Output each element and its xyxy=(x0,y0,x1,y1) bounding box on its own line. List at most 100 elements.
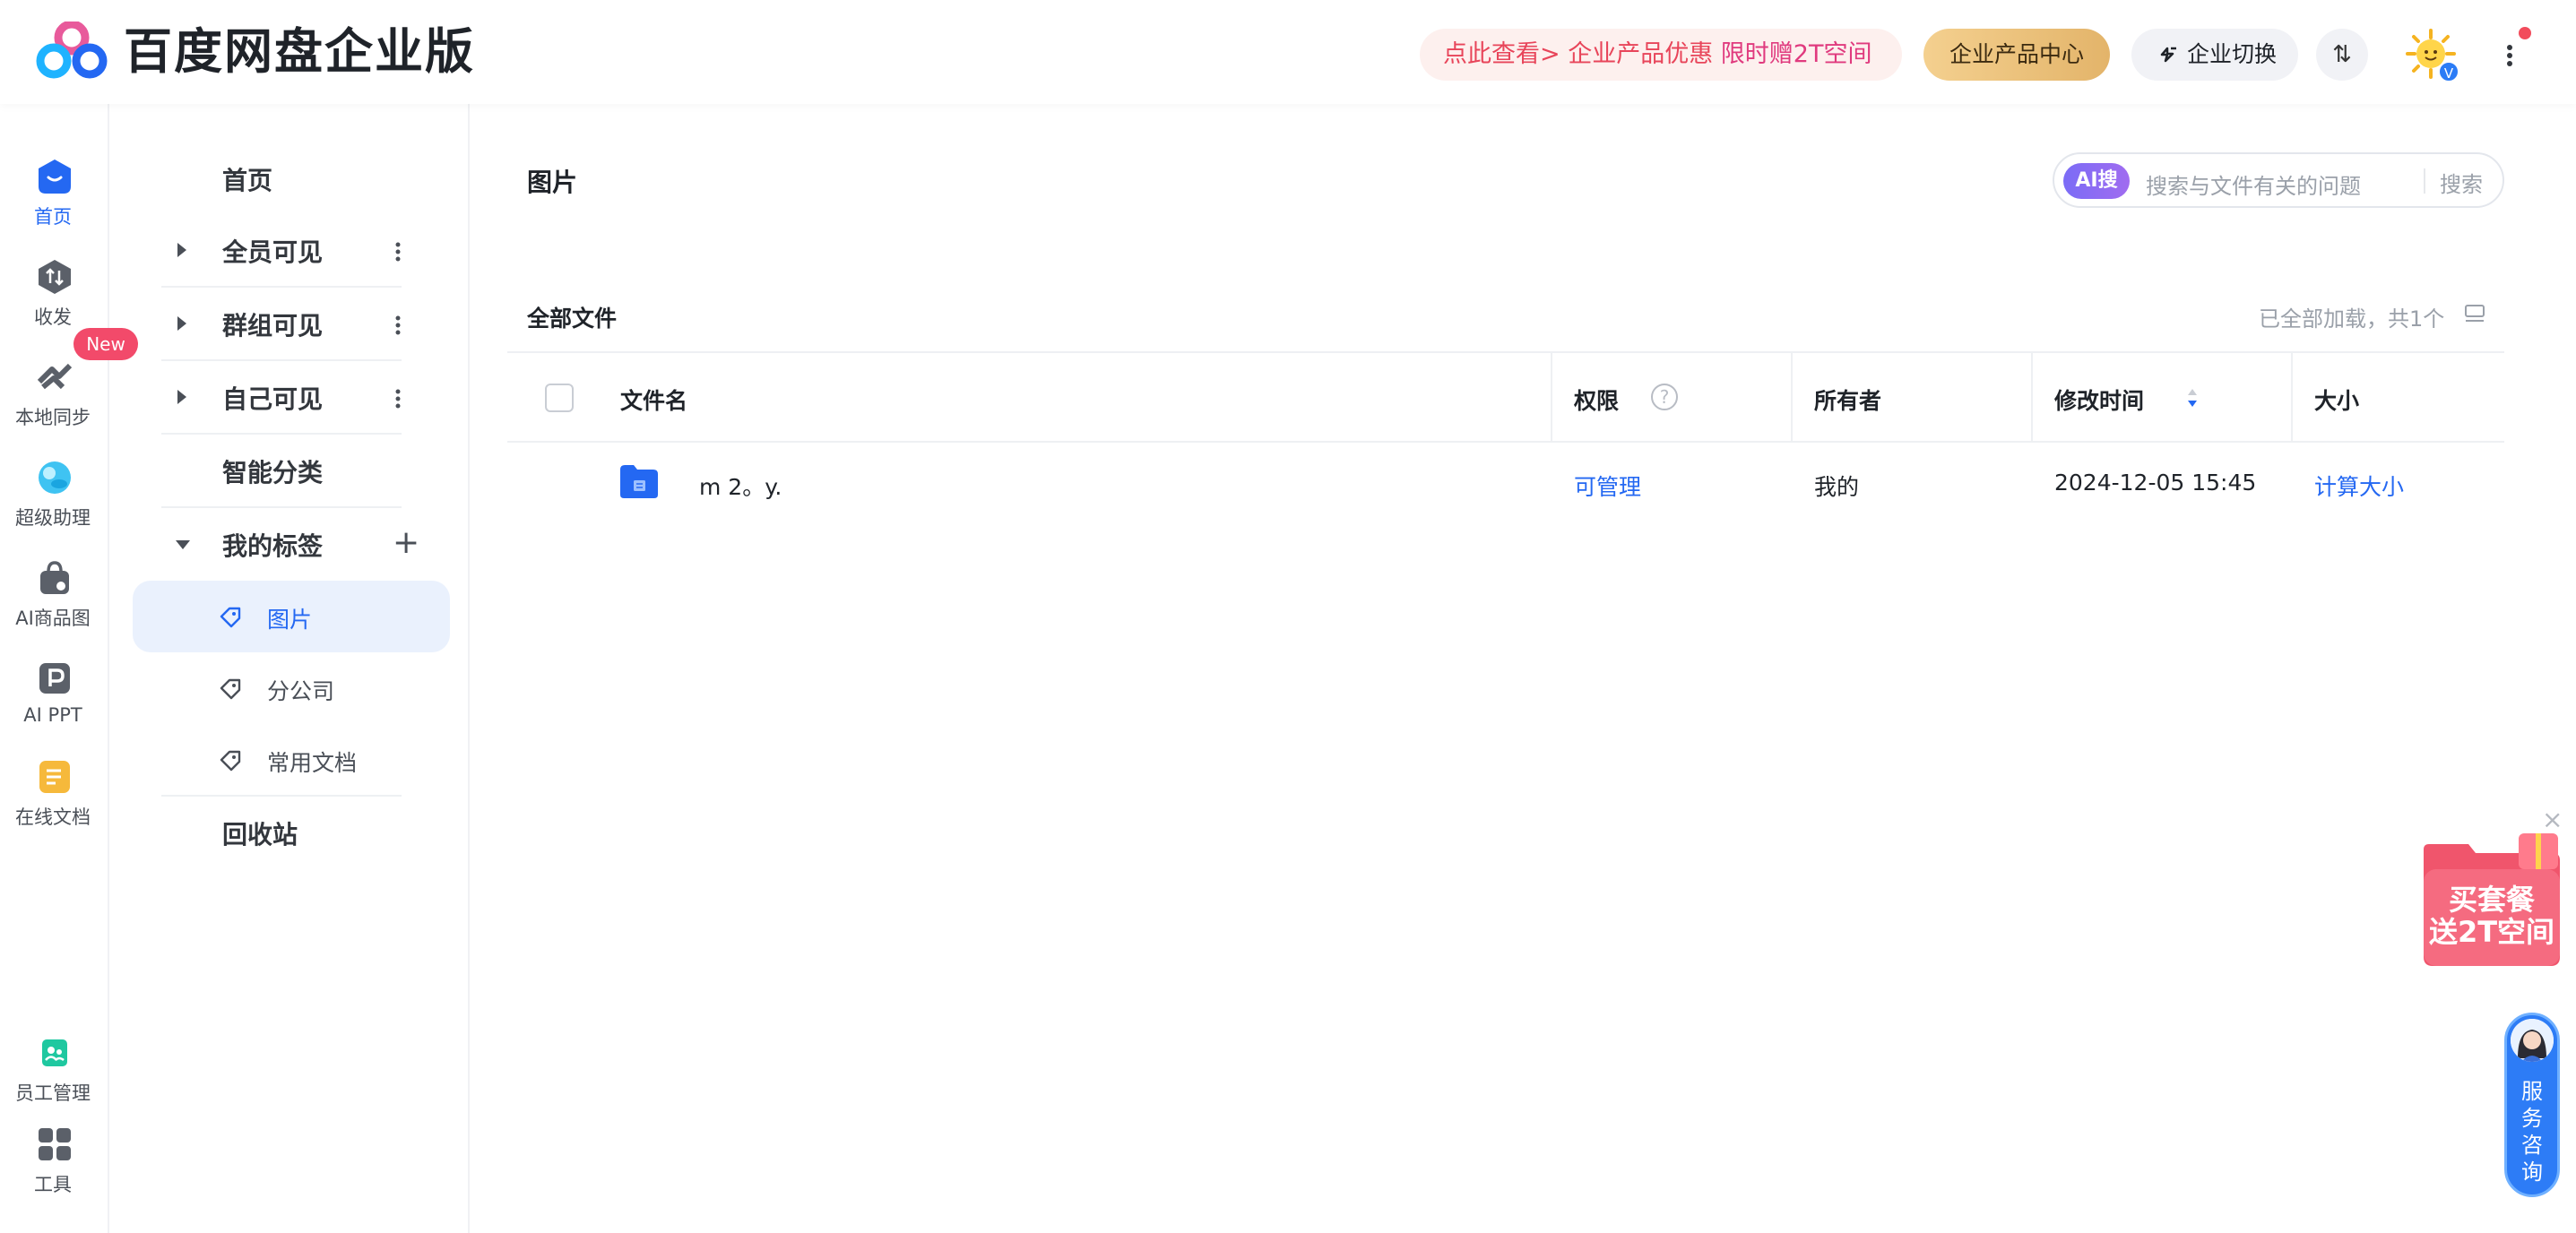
verified-badge: V xyxy=(2438,61,2459,82)
tag-item-images[interactable]: 图片 xyxy=(133,581,450,652)
tree-label: 回收站 xyxy=(222,820,298,849)
tree-item-all-visible[interactable]: 全员可见 xyxy=(111,215,401,287)
rail-label: 本地同步 xyxy=(15,407,91,428)
folder-tree-sidebar: 首页 全员可见 群组可见 自己可见 智能分类 我的标签 + 图片 分公司 常用文… xyxy=(111,104,470,1233)
sort-icon[interactable] xyxy=(2185,385,2200,410)
promo-highlight: 限时赠2T空间 xyxy=(1720,40,1872,68)
help-icon[interactable]: ? xyxy=(1651,384,1678,410)
rail-item-ai-product-image[interactable]: AI商品图 xyxy=(0,559,109,649)
tree-divider xyxy=(161,506,402,508)
document-icon xyxy=(39,761,70,793)
staff-icon xyxy=(42,1039,67,1066)
tree-divider xyxy=(161,359,402,361)
tree-divider xyxy=(161,286,402,288)
list-view-icon[interactable] xyxy=(2463,303,2486,326)
load-status: 已全部加载，共1个 xyxy=(2259,306,2445,332)
column-divider xyxy=(2291,353,2293,441)
column-header-size[interactable]: 大小 xyxy=(2314,384,2359,416)
tag-item-branch[interactable]: 分公司 xyxy=(133,652,450,724)
tag-icon xyxy=(220,607,241,628)
promo-line-1: 买套餐 xyxy=(2448,883,2535,917)
rail-label: 员工管理 xyxy=(15,1082,91,1104)
rail-item-assistant[interactable]: 超级助理 xyxy=(0,459,109,548)
service-consult-widget[interactable]: 服 务 咨 询 xyxy=(2504,1013,2560,1197)
tree-label: 智能分类 xyxy=(222,458,324,487)
switch-enterprise-button[interactable]: 企业切换 xyxy=(2131,29,2298,81)
tree-item-recycle-bin[interactable]: 回收站 xyxy=(111,798,353,869)
column-header-modified[interactable]: 修改时间 xyxy=(2054,384,2144,416)
rail-item-tools[interactable]: 工具 xyxy=(0,1125,109,1215)
more-options-icon[interactable] xyxy=(394,312,402,339)
search-button[interactable]: 搜索 xyxy=(2440,167,2483,198)
switch-icon xyxy=(2160,47,2176,63)
table-row[interactable]: m 2。y. 可管理 我的 2024-12-05 15:45 计算大小 xyxy=(507,444,2504,534)
product-center-button[interactable]: 企业产品中心 xyxy=(1923,29,2110,81)
rail-item-local-sync[interactable]: 本地同步 xyxy=(0,358,109,448)
rail-label: 超级助理 xyxy=(15,507,91,529)
assistant-icon xyxy=(39,461,71,494)
column-header-owner: 所有者 xyxy=(1814,388,1882,414)
caret-right-icon[interactable] xyxy=(177,390,186,404)
package-promo-widget[interactable]: 买套餐 送2T空间 xyxy=(2418,833,2565,970)
tree-label: 自己可见 xyxy=(222,384,324,414)
new-badge: New xyxy=(73,328,138,360)
tree-item-my-tags[interactable]: 我的标签 + xyxy=(111,509,419,581)
promo-banner[interactable]: 点此查看> 企业产品优惠 限时赠2T空间 xyxy=(1420,29,1902,81)
ai-search-box[interactable]: AI搜 搜索与文件有关的问题 搜索 xyxy=(2053,152,2504,208)
folder-icon xyxy=(620,465,658,498)
service-char: 服 xyxy=(2521,1079,2543,1104)
caret-right-icon[interactable] xyxy=(177,316,186,331)
more-options-icon[interactable] xyxy=(394,238,402,265)
rail-label: 收发 xyxy=(34,306,72,328)
tag-icon xyxy=(220,678,241,700)
tag-label: 图片 xyxy=(267,607,313,633)
service-char: 咨 xyxy=(2521,1133,2543,1158)
transfer-button[interactable]: ⇅ xyxy=(2316,29,2368,81)
rail-item-home[interactable]: 首页 xyxy=(0,158,109,247)
tree-divider xyxy=(161,795,402,797)
column-divider xyxy=(2031,353,2033,441)
tree-item-home[interactable]: 首页 xyxy=(111,143,353,215)
tree-item-self-visible[interactable]: 自己可见 xyxy=(111,362,401,434)
rail-item-staff[interactable]: 员工管理 xyxy=(0,1034,109,1124)
caret-down-icon[interactable] xyxy=(176,540,190,549)
file-permission[interactable]: 可管理 xyxy=(1574,470,1641,502)
rail-label: 在线文档 xyxy=(15,806,91,828)
rail-label: AI PPT xyxy=(23,704,82,726)
more-options-icon[interactable] xyxy=(394,385,402,412)
icon-rail: 首页 收发 本地同步 New 超级助理 AI商品图 AI PPT 在线文档 员工… xyxy=(0,104,138,1233)
tree-label: 全员可见 xyxy=(222,237,324,267)
table-header: 文件名 权限 ? 所有者 修改时间 大小 xyxy=(507,351,2504,443)
rail-label: AI商品图 xyxy=(15,608,91,629)
file-name[interactable]: m 2。y. xyxy=(699,470,782,502)
ai-search-badge: AI搜 xyxy=(2063,163,2130,199)
baidu-netdisk-logo-icon[interactable] xyxy=(34,22,113,81)
tag-label: 分公司 xyxy=(267,678,335,704)
more-menu-icon[interactable] xyxy=(2499,34,2520,77)
tree-item-smart-category[interactable]: 智能分类 xyxy=(111,435,353,507)
add-tag-icon[interactable]: + xyxy=(393,527,419,559)
search-input[interactable]: 搜索与文件有关的问题 xyxy=(2146,168,2361,200)
home-icon xyxy=(39,160,71,194)
calculate-size-link[interactable]: 计算大小 xyxy=(2314,470,2404,502)
transfer-icon: ⇅ xyxy=(2332,41,2352,68)
service-label: 服 务 咨 询 xyxy=(2507,1078,2557,1186)
tools-icon xyxy=(39,1128,71,1160)
tree-divider xyxy=(161,433,402,435)
select-all-checkbox[interactable] xyxy=(545,384,574,412)
promo-close-icon[interactable]: × xyxy=(2542,805,2563,834)
rail-item-ai-ppt[interactable]: AI PPT xyxy=(0,660,109,749)
service-char: 务 xyxy=(2521,1106,2543,1131)
tag-item-common-docs[interactable]: 常用文档 xyxy=(133,724,450,796)
promo-line-2: 送2T空间 xyxy=(2428,915,2555,949)
caret-right-icon[interactable] xyxy=(177,243,186,257)
user-avatar[interactable]: V xyxy=(2406,29,2459,82)
rail-item-online-doc[interactable]: 在线文档 xyxy=(0,758,109,848)
top-header: 百度网盘企业版 点此查看> 企业产品优惠 限时赠2T空间 企业产品中心 企业切换… xyxy=(0,0,2576,104)
column-divider xyxy=(1791,353,1793,441)
shopping-bag-icon xyxy=(40,561,69,594)
column-header-name[interactable]: 文件名 xyxy=(620,384,687,416)
main-content: 图片 AI搜 搜索与文件有关的问题 搜索 全部文件 已全部加载，共1个 文件名 … xyxy=(471,104,2576,1233)
tree-item-group-visible[interactable]: 群组可见 xyxy=(111,289,401,360)
agent-avatar-icon xyxy=(2511,1019,2554,1062)
